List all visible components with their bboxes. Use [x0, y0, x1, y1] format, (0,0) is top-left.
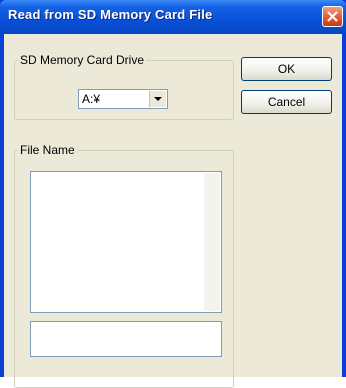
file-name-input[interactable]	[30, 321, 222, 357]
title-bar[interactable]: Read from SD Memory Card File	[0, 0, 346, 34]
dialog-body: SD Memory Card Drive A:¥ OK Cancel File …	[4, 34, 342, 388]
window-title: Read from SD Memory Card File	[8, 7, 213, 22]
cancel-button[interactable]: Cancel	[241, 90, 332, 114]
file-group-label: File Name	[18, 143, 77, 157]
close-button[interactable]	[322, 6, 343, 27]
drive-select[interactable]: A:¥	[78, 89, 168, 109]
drive-select-dropdown-button[interactable]	[149, 91, 166, 107]
drive-group-label: SD Memory Card Drive	[18, 53, 147, 67]
chevron-down-icon	[154, 97, 162, 101]
file-list[interactable]	[30, 171, 222, 313]
dialog-window: Read from SD Memory Card File SD Memory …	[0, 0, 346, 388]
drive-select-value: A:¥	[82, 92, 101, 106]
close-icon	[327, 11, 338, 22]
ok-button[interactable]: OK	[241, 57, 332, 81]
file-list-scrollbar[interactable]	[204, 173, 220, 311]
